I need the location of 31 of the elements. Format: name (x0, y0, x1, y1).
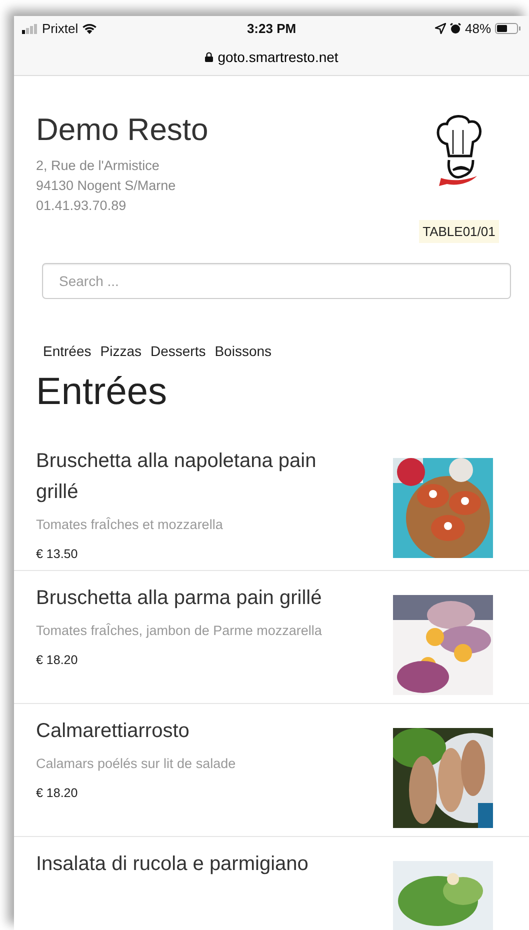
carrier-name: Prixtel (42, 21, 78, 36)
category-link[interactable]: Entrées (43, 343, 92, 359)
dish-name[interactable]: Insalata di rucola e parmigiano (36, 849, 342, 880)
address-line: 2, Rue de l'Armistice (36, 157, 160, 175)
dish-name[interactable]: Calmarettiarrosto (36, 716, 342, 747)
dish-price: € 18.20 (36, 652, 79, 668)
dish-price: € 18.20 (36, 785, 79, 801)
location-arrow-icon (434, 23, 446, 34)
section-heading: Entrées (36, 371, 168, 414)
restaurant-name: Demo Resto (36, 112, 210, 148)
dish-price: € 13.50 (36, 546, 79, 562)
dish-name[interactable]: Bruschetta alla napoletana pain grillé (36, 446, 342, 508)
alarm-clock-icon (450, 23, 461, 34)
category-link[interactable]: Pizzas (100, 343, 142, 359)
battery-icon (495, 23, 522, 34)
address-line: 94130 Nogent S/Marne (36, 177, 177, 195)
status-time: 3:23 PM (246, 21, 296, 36)
dish-description: Tomates fraÎches et mozzarella (36, 516, 224, 534)
url-text[interactable]: goto.smartresto.net (204, 49, 338, 65)
signal-icon (22, 24, 38, 34)
category-link[interactable]: Desserts (150, 343, 206, 359)
wifi-icon (82, 23, 98, 34)
search-field[interactable]: Search ... (42, 263, 511, 299)
table-badge: TABLE01/01 (418, 220, 500, 243)
dish-name[interactable]: Bruschetta alla parma pain grillé (36, 583, 342, 614)
lock-icon (204, 52, 213, 62)
address-line: 01.41.93.70.89 (36, 197, 128, 215)
category-link[interactable]: Boissons (214, 343, 272, 359)
dish-description: Calamars poélés sur lit de salade (36, 755, 237, 773)
dish-description: Tomates fraÎches, jambon de Parme mozzarella (36, 622, 323, 640)
battery-percent: 48% (464, 21, 492, 36)
